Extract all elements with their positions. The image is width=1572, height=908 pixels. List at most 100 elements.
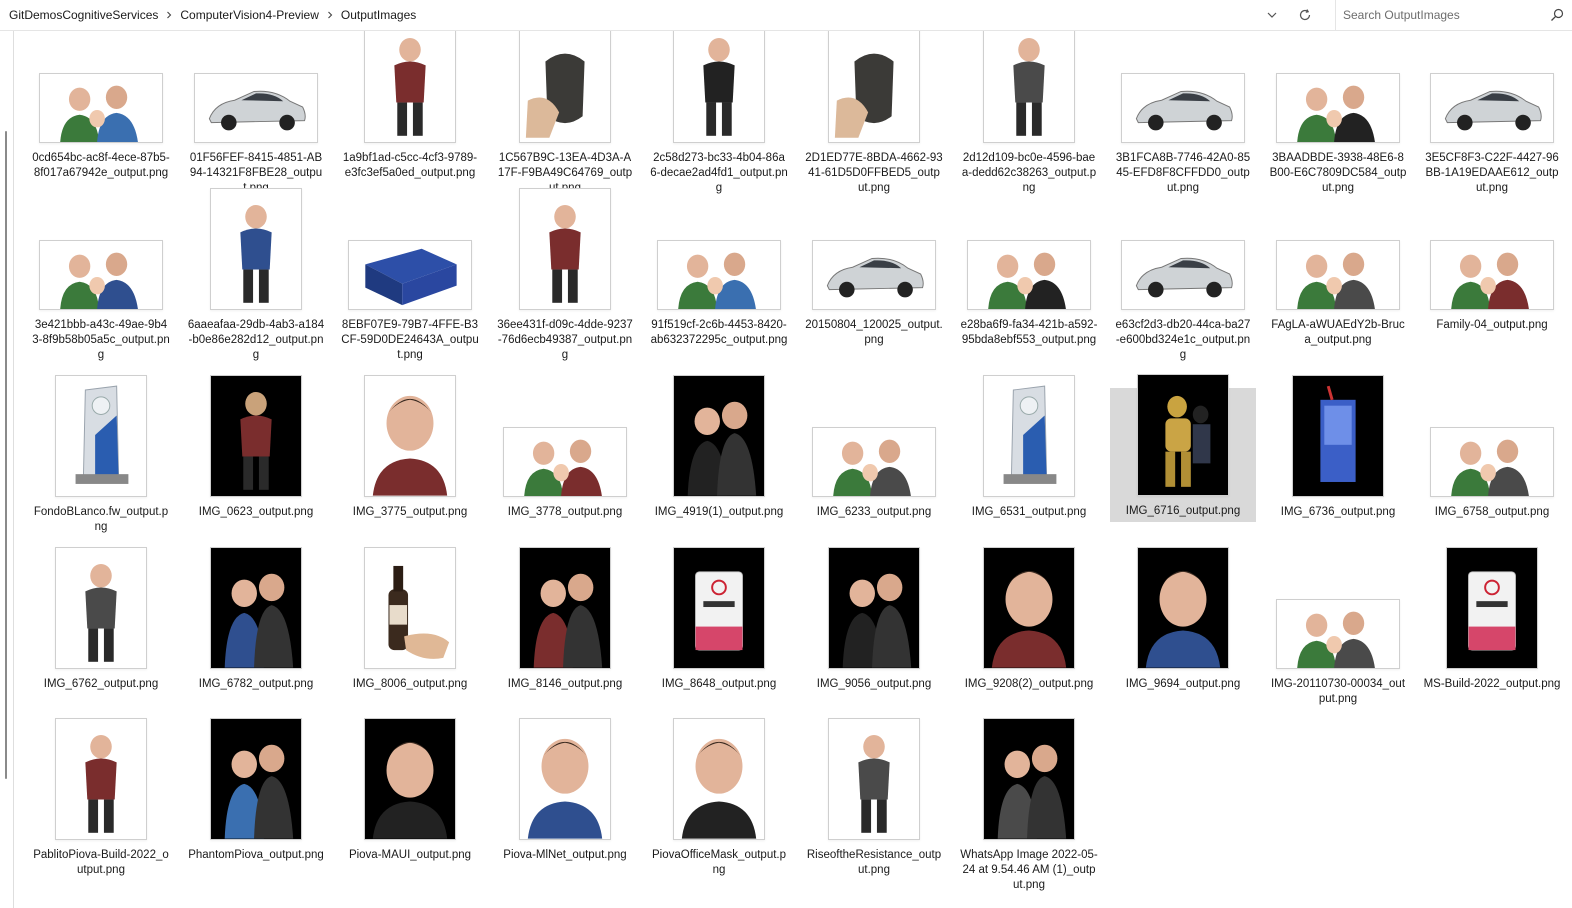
image-thumbnail[interactable] [1137,374,1229,496]
file-name-label[interactable]: 3BAADBDE-3938-48E6-8B00-E6C7809DC584_out… [1269,151,1407,196]
image-thumbnail[interactable] [967,240,1091,310]
file-item[interactable]: 2c58d273-bc33-4b04-86a6-decae2ad4fd1_out… [646,35,792,196]
file-item[interactable]: 3e421bbb-a43c-49ae-9b43-8f9b58b05a5c_out… [28,202,174,363]
file-item[interactable]: IMG_3778_output.png [492,389,638,520]
file-item[interactable]: IMG_0623_output.png [183,389,329,520]
file-item[interactable]: 1C567B9C-13EA-4D3A-A17F-F9BA49C64769_out… [492,35,638,196]
file-name-label[interactable]: Family-04_output.png [1423,318,1561,333]
address-history-dropdown-button[interactable] [1258,4,1286,26]
image-thumbnail[interactable] [210,547,302,669]
file-item[interactable]: 0cd654bc-ac8f-4ece-87b5-8f017a67942e_out… [28,35,174,181]
image-thumbnail[interactable] [364,31,456,143]
file-name-label[interactable]: 3e421bbb-a43c-49ae-9b43-8f9b58b05a5c_out… [32,318,170,363]
file-item[interactable]: RiseoftheResistance_output.png [801,732,947,878]
image-thumbnail[interactable] [983,31,1075,143]
file-item[interactable]: e28ba6f9-fa34-421b-a592-95bda8ebf553_out… [956,202,1102,348]
file-item[interactable]: IMG_6716_output.png [1110,388,1256,522]
file-name-label[interactable]: 91f519cf-2c6b-4453-8420-ab632372295c_out… [650,318,788,348]
file-name-label[interactable]: IMG_6531_output.png [960,505,1098,520]
image-thumbnail[interactable] [983,718,1075,840]
file-name-label[interactable]: Piova-MlNet_output.png [496,848,634,863]
file-name-label[interactable]: IMG_9694_output.png [1114,677,1252,692]
image-thumbnail[interactable] [657,240,781,310]
file-item[interactable]: IMG_8146_output.png [492,561,638,692]
file-item[interactable]: 3BAADBDE-3938-48E6-8B00-E6C7809DC584_out… [1265,35,1411,196]
file-name-label[interactable]: IMG_6736_output.png [1269,505,1407,520]
file-item[interactable]: IMG_6762_output.png [28,561,174,692]
image-thumbnail[interactable] [1276,73,1400,143]
file-name-label[interactable]: IMG_6762_output.png [32,677,170,692]
file-name-label[interactable]: 0cd654bc-ac8f-4ece-87b5-8f017a67942e_out… [32,151,170,181]
file-name-label[interactable]: FAgLA-aWUAEdY2b-Bruca_output.png [1269,318,1407,348]
file-name-label[interactable]: IMG_6233_output.png [805,505,943,520]
file-item[interactable]: IMG_6736_output.png [1265,389,1411,520]
image-thumbnail[interactable] [194,73,318,143]
file-name-label[interactable]: MS-Build-2022_output.png [1423,677,1561,692]
search-input[interactable] [1343,8,1543,22]
file-name-label[interactable]: 36ee431f-d09c-4dde-9237-76d6ecb49387_out… [496,318,634,363]
file-item[interactable]: FondoBLanco.fw_output.png [28,389,174,535]
file-name-label[interactable]: IMG_6758_output.png [1423,505,1561,520]
file-name-label[interactable]: 2d12d109-bc0e-4596-baea-dedd62c38263_out… [960,151,1098,196]
refresh-button[interactable] [1291,4,1319,26]
file-item[interactable]: IMG_6233_output.png [801,389,947,520]
file-name-label[interactable]: 8EBF07E9-79B7-4FFE-B3CF-59D0DE24643A_out… [341,318,479,363]
file-name-label[interactable]: RiseoftheResistance_output.png [805,848,943,878]
breadcrumb-item-outputimages[interactable]: OutputImages [336,4,421,26]
breadcrumb-item-gitdemos[interactable]: GitDemosCognitiveServices [4,4,163,26]
image-thumbnail[interactable] [55,375,147,497]
image-thumbnail[interactable] [519,718,611,840]
file-item[interactable]: 6aaeafaa-29db-4ab3-a184-b0e86e282d12_out… [183,202,329,363]
file-name-label[interactable]: IMG_3775_output.png [341,505,479,520]
image-thumbnail[interactable] [1292,375,1384,497]
image-thumbnail[interactable] [828,718,920,840]
file-item[interactable]: PiovaOfficeMask_output.png [646,732,792,878]
file-item[interactable]: IMG_9694_output.png [1110,561,1256,692]
file-name-label[interactable]: FondoBLanco.fw_output.png [32,505,170,535]
image-thumbnail[interactable] [364,375,456,497]
image-thumbnail[interactable] [1276,240,1400,310]
file-item[interactable]: 3E5CF8F3-C22F-4427-96BB-1A19EDAAE612_out… [1419,35,1565,196]
file-name-label[interactable]: PhantomPiova_output.png [187,848,325,863]
file-name-label[interactable]: 1a9bf1ad-c5cc-4cf3-9789-e3fc3ef5a0ed_out… [341,151,479,181]
file-item[interactable]: IMG_6758_output.png [1419,389,1565,520]
image-thumbnail[interactable] [1430,427,1554,497]
file-item[interactable]: 91f519cf-2c6b-4453-8420-ab632372295c_out… [646,202,792,348]
file-item[interactable]: IMG_3775_output.png [337,389,483,520]
image-thumbnail[interactable] [812,240,936,310]
chevron-right-icon[interactable] [163,4,175,26]
file-item[interactable]: IMG_4919(1)_output.png [646,389,792,520]
image-thumbnail[interactable] [39,73,163,143]
image-thumbnail[interactable] [1276,599,1400,669]
file-item[interactable]: 8EBF07E9-79B7-4FFE-B3CF-59D0DE24643A_out… [337,202,483,363]
file-name-label[interactable]: IMG_8146_output.png [496,677,634,692]
image-thumbnail[interactable] [39,240,163,310]
file-name-label[interactable]: IMG_6782_output.png [187,677,325,692]
image-thumbnail[interactable] [1121,240,1245,310]
file-name-label[interactable]: IMG_4919(1)_output.png [650,505,788,520]
file-item[interactable]: PhantomPiova_output.png [183,732,329,863]
file-item[interactable]: 20150804_120025_output.png [801,202,947,348]
search-box[interactable] [1335,0,1572,30]
file-name-label[interactable]: PiovaOfficeMask_output.png [650,848,788,878]
image-thumbnail[interactable] [812,427,936,497]
file-name-label[interactable]: IMG_8648_output.png [650,677,788,692]
file-name-label[interactable]: e28ba6f9-fa34-421b-a592-95bda8ebf553_out… [960,318,1098,348]
file-item[interactable]: e63cf2d3-db20-44ca-ba27-e600bd324e1c_out… [1110,202,1256,363]
breadcrumb-item-computervision[interactable]: ComputerVision4-Preview [175,4,324,26]
file-item[interactable]: IMG_8648_output.png [646,561,792,692]
file-name-label[interactable]: IMG_0623_output.png [187,505,325,520]
file-item[interactable]: FAgLA-aWUAEdY2b-Bruca_output.png [1265,202,1411,348]
image-thumbnail[interactable] [1121,73,1245,143]
file-item[interactable]: 1a9bf1ad-c5cc-4cf3-9789-e3fc3ef5a0ed_out… [337,35,483,181]
image-thumbnail[interactable] [519,547,611,669]
file-item[interactable]: Piova-MlNet_output.png [492,732,638,863]
file-name-label[interactable]: 3E5CF8F3-C22F-4427-96BB-1A19EDAAE612_out… [1423,151,1561,196]
file-item[interactable]: 01F56FEF-8415-4851-AB94-14321F8FBE28_out… [183,35,329,196]
file-item[interactable]: MS-Build-2022_output.png [1419,561,1565,692]
file-item[interactable]: 2D1ED77E-8BDA-4662-9341-61D5D0FFBED5_out… [801,35,947,196]
file-name-label[interactable]: 2D1ED77E-8BDA-4662-9341-61D5D0FFBED5_out… [805,151,943,196]
file-item[interactable]: Piova-MAUI_output.png [337,732,483,863]
file-name-label[interactable]: 20150804_120025_output.png [805,318,943,348]
file-name-label[interactable]: e63cf2d3-db20-44ca-ba27-e600bd324e1c_out… [1114,318,1252,363]
